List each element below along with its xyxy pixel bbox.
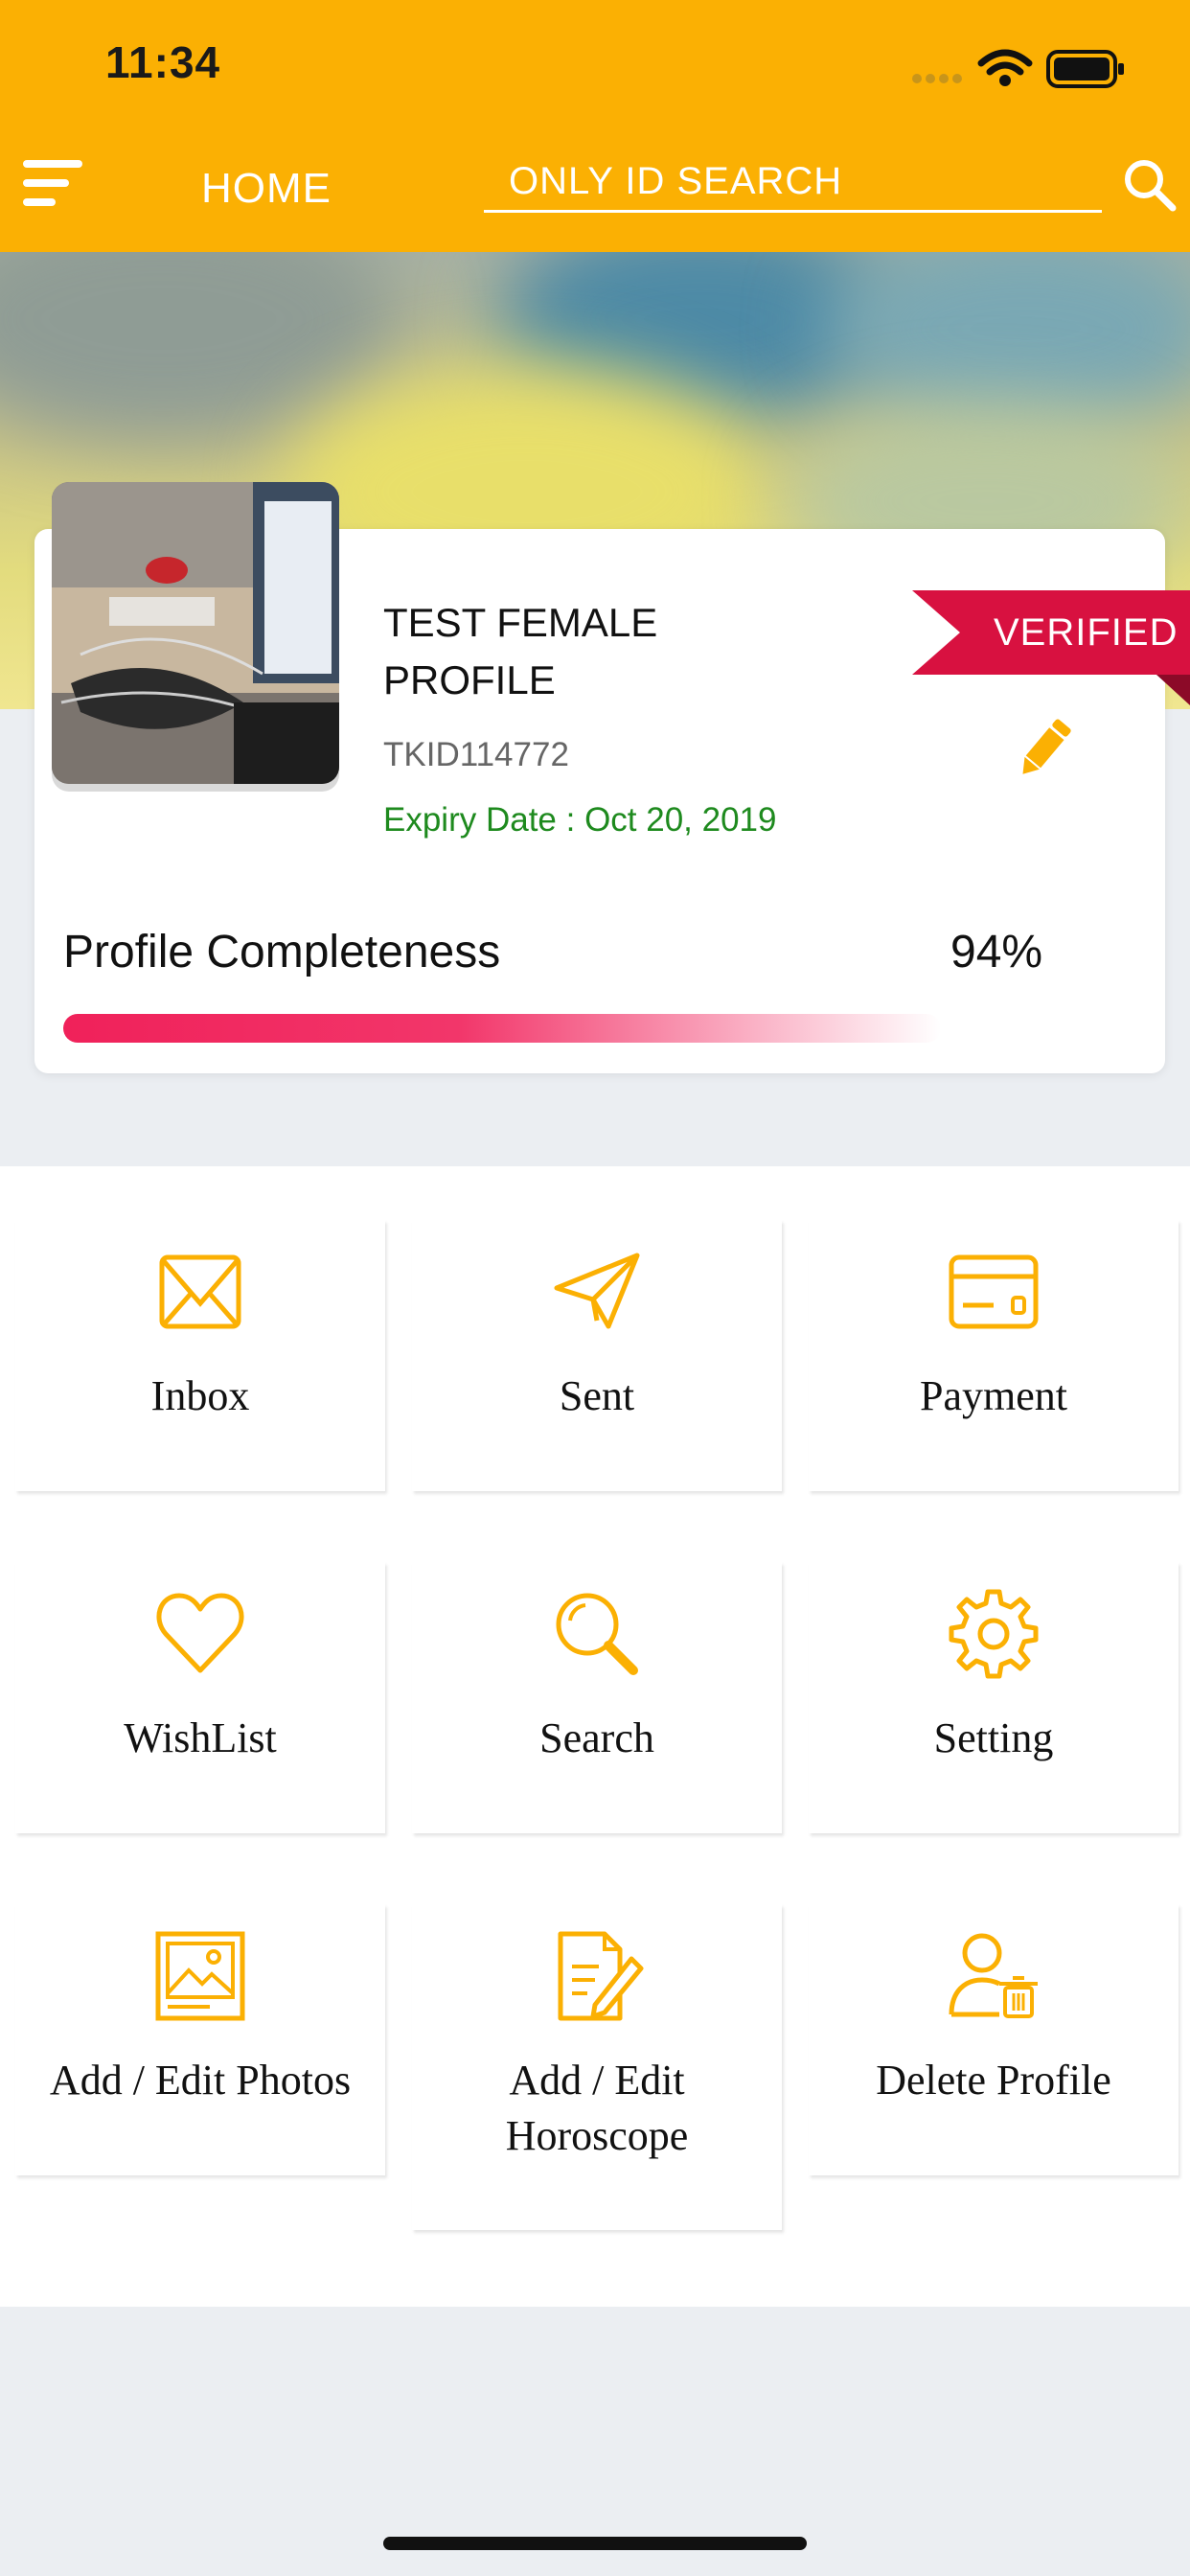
sent-tile[interactable]: Sent [412,1220,782,1491]
id-search-input[interactable] [484,153,1102,213]
delete-profile-tile[interactable]: Delete Profile [809,1904,1179,2175]
envelope-icon [159,1254,241,1329]
menu-icon-line [23,179,69,187]
page-title: HOME [201,165,332,212]
profile-completeness-value: 94% [950,927,1043,978]
app-header: 11:34 HOME [0,0,1190,252]
payment-tile[interactable]: Payment [809,1220,1179,1491]
paper-plane-icon [554,1253,640,1329]
search-label: Search [539,1714,654,1761]
search-tile[interactable]: Search [412,1562,782,1833]
image-icon [155,1931,245,2021]
profile-completeness-fill [63,1014,941,1043]
payment-label: Payment [920,1372,1067,1419]
pencil-icon[interactable] [1014,715,1075,782]
wishlist-label: WishList [124,1714,277,1761]
inbox-label: Inbox [150,1372,250,1419]
add-edit-photos-label: Add / Edit Photos [49,2057,352,2104]
magnifier-icon [556,1593,638,1675]
add-edit-photos-tile[interactable]: Add / Edit Photos [15,1904,385,2175]
menu-icon-line [23,198,56,206]
document-pen-icon [558,1931,644,2021]
expiry-date: Expiry Date : Oct 20, 2019 [383,801,777,839]
inbox-tile[interactable]: Inbox [15,1220,385,1491]
home-indicator [383,2537,807,2550]
profile-completeness-bar [63,1014,1121,1043]
add-edit-horoscope-tile[interactable]: Add / Edit Horoscope [412,1904,782,2230]
credit-card-icon [949,1254,1039,1329]
setting-tile[interactable]: Setting [809,1562,1179,1833]
delete-profile-label: Delete Profile [876,2057,1111,2104]
heart-icon [156,1593,244,1673]
setting-label: Setting [933,1714,1054,1761]
user-delete-icon [949,1933,1038,2018]
status-time: 11:34 [105,37,221,87]
wishlist-tile[interactable]: WishList [15,1562,385,1833]
profile-completeness-label: Profile Completeness [63,927,501,978]
menu-icon [23,160,82,168]
status-icons [912,49,1124,88]
profile-id: TKID114772 [383,736,569,773]
profile-name: TEST FEMALE PROFILE [383,600,658,702]
menu-button[interactable] [23,158,90,212]
add-edit-horoscope-label: Add / Edit Horoscope [505,2057,689,2159]
sent-label: Sent [559,1372,635,1419]
profile-photo-image [52,482,339,784]
profile-photo[interactable] [52,482,339,784]
search-icon[interactable] [1123,158,1177,212]
gear-icon [949,1589,1039,1679]
